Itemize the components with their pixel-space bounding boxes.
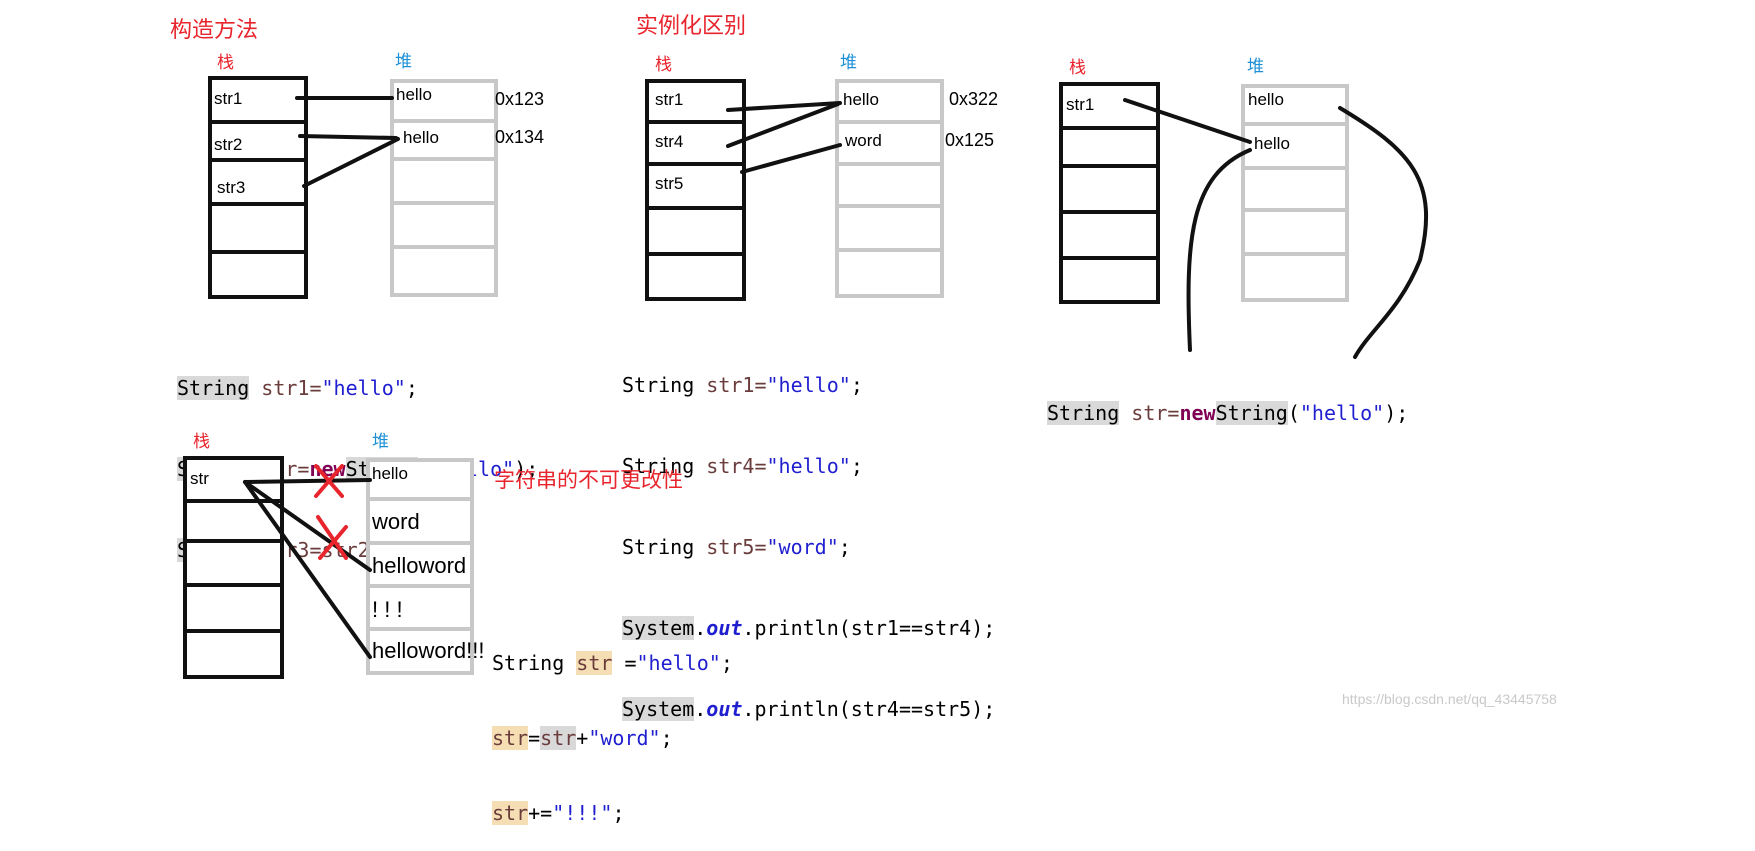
reference-line (298, 134, 398, 140)
reference-line (243, 480, 372, 659)
reference-line (740, 143, 842, 174)
reference-line (243, 478, 372, 484)
code-line: str+="!!!"; (492, 801, 625, 825)
reference-curve (1338, 106, 1429, 359)
watermark: https://blog.csdn.net/qq_43445758 (1342, 691, 1557, 707)
reference-line (302, 137, 400, 188)
reference-line (1123, 98, 1252, 144)
reference-curve (1186, 148, 1252, 352)
reference-arrows (243, 96, 1429, 659)
reference-line (243, 480, 372, 572)
